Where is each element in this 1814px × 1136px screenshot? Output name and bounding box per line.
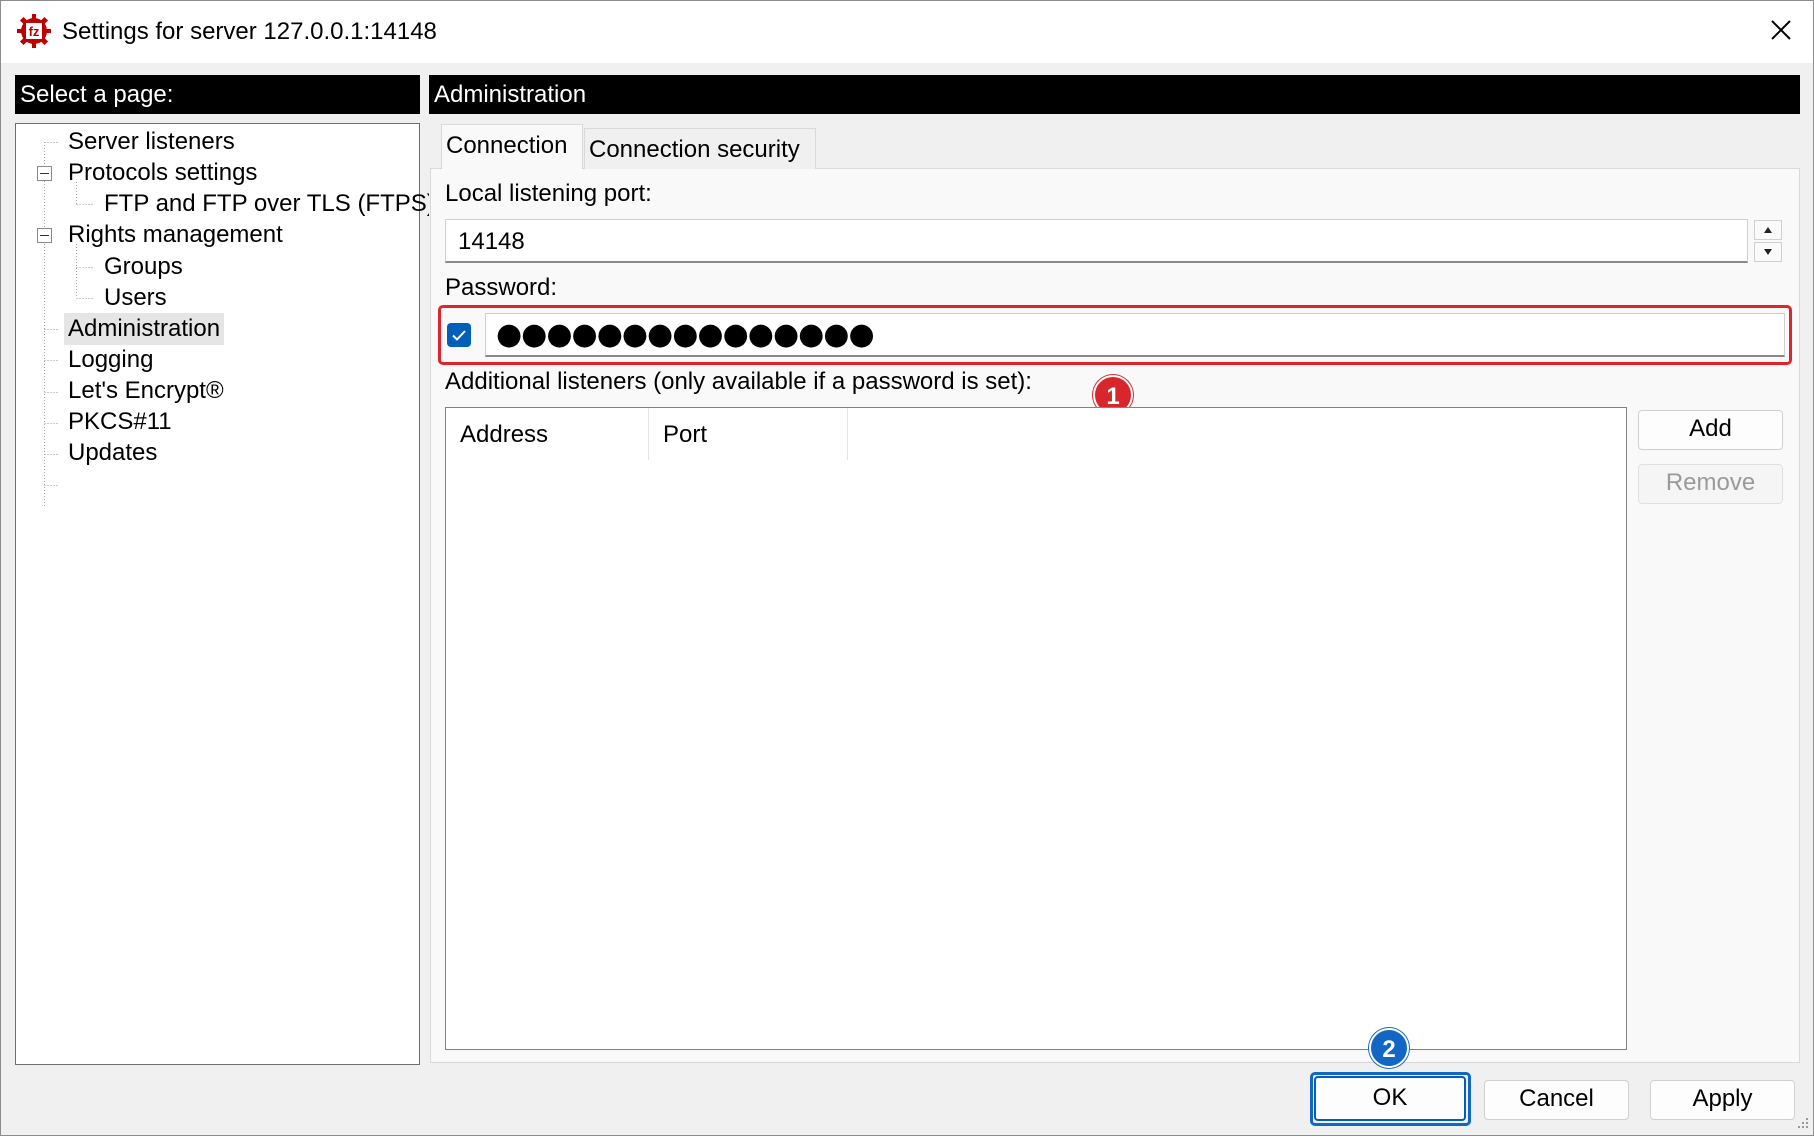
column-header-port[interactable]: Port xyxy=(649,408,848,460)
settings-tree[interactable]: Server listeners Protocols settings FTP … xyxy=(15,123,435,1065)
tab-connection-security[interactable]: Connection security xyxy=(584,128,816,169)
column-header-address[interactable]: Address xyxy=(446,408,649,460)
annotation-badge-2: 2 xyxy=(1369,1028,1409,1068)
checkmark-icon xyxy=(452,330,466,341)
listeners-table[interactable]: Address Port xyxy=(445,407,1627,1050)
port-label: Local listening port: xyxy=(445,180,652,207)
tree-item-server-listeners[interactable]: Server listeners xyxy=(64,126,239,158)
tree-item-users[interactable]: Users xyxy=(100,282,171,314)
minus-box-icon[interactable] xyxy=(37,228,53,244)
remove-button[interactable]: Remove xyxy=(1638,464,1783,504)
tree-item-pkcs11[interactable]: PKCS#11 xyxy=(64,406,176,438)
close-button[interactable] xyxy=(1759,11,1803,51)
svg-text:fz: fz xyxy=(29,24,40,39)
password-input[interactable]: ●●●●●●●●●●●●●●● xyxy=(485,313,1785,357)
arrow-down-icon xyxy=(1764,249,1772,255)
page-header: Administration xyxy=(429,75,1800,114)
page-selector-header: Select a page: xyxy=(15,75,420,114)
cancel-button[interactable]: Cancel xyxy=(1484,1080,1629,1120)
port-value: 14148 xyxy=(458,228,525,255)
arrow-up-icon xyxy=(1764,227,1772,233)
tree-item-ftp-ftps[interactable]: FTP and FTP over TLS (FTPS) xyxy=(100,188,439,220)
apply-button[interactable]: Apply xyxy=(1650,1080,1795,1120)
tree-item-administration[interactable]: Administration xyxy=(64,313,225,345)
window-title: Settings for server 127.0.0.1:14148 xyxy=(62,18,437,45)
tree-item-logging[interactable]: Logging xyxy=(64,344,157,376)
password-value: ●●●●●●●●●●●●●●● xyxy=(496,317,875,352)
tab-connection-security-label: Connection security xyxy=(589,136,800,163)
spin-up-button[interactable] xyxy=(1754,220,1782,240)
close-icon xyxy=(1771,20,1791,40)
resize-grip-icon[interactable] xyxy=(1791,1111,1811,1131)
tab-connection-label: Connection xyxy=(446,132,568,159)
minus-box-icon[interactable] xyxy=(37,166,53,182)
tab-connection[interactable]: Connection xyxy=(441,124,583,169)
filezilla-server-icon: fz xyxy=(17,14,51,48)
password-checkbox[interactable] xyxy=(447,323,471,347)
listeners-label: Additional listeners (only available if … xyxy=(445,368,1032,395)
page-title: Administration xyxy=(434,81,587,108)
tree-item-updates[interactable]: Updates xyxy=(64,437,161,469)
add-button[interactable]: Add xyxy=(1638,410,1783,450)
port-spinner xyxy=(1754,220,1782,262)
column-address-label: Address xyxy=(460,421,549,448)
tree-item-lets-encrypt[interactable]: Let's Encrypt® xyxy=(64,375,228,407)
settings-dialog: fz Settings for server 127.0.0.1:14148 S… xyxy=(0,0,1814,1136)
tree-item-protocols-settings[interactable]: Protocols settings xyxy=(64,157,261,189)
password-label: Password: xyxy=(445,274,558,301)
tree-item-rights-management[interactable]: Rights management xyxy=(64,219,287,251)
ok-button[interactable]: OK xyxy=(1314,1076,1466,1121)
page-selector-title: Select a page: xyxy=(20,81,174,108)
port-input[interactable]: 14148 xyxy=(445,219,1748,263)
spin-down-button[interactable] xyxy=(1754,242,1782,262)
title-bar: fz Settings for server 127.0.0.1:14148 xyxy=(1,1,1813,63)
tree-item-groups[interactable]: Groups xyxy=(100,251,187,283)
column-port-label: Port xyxy=(663,421,708,448)
